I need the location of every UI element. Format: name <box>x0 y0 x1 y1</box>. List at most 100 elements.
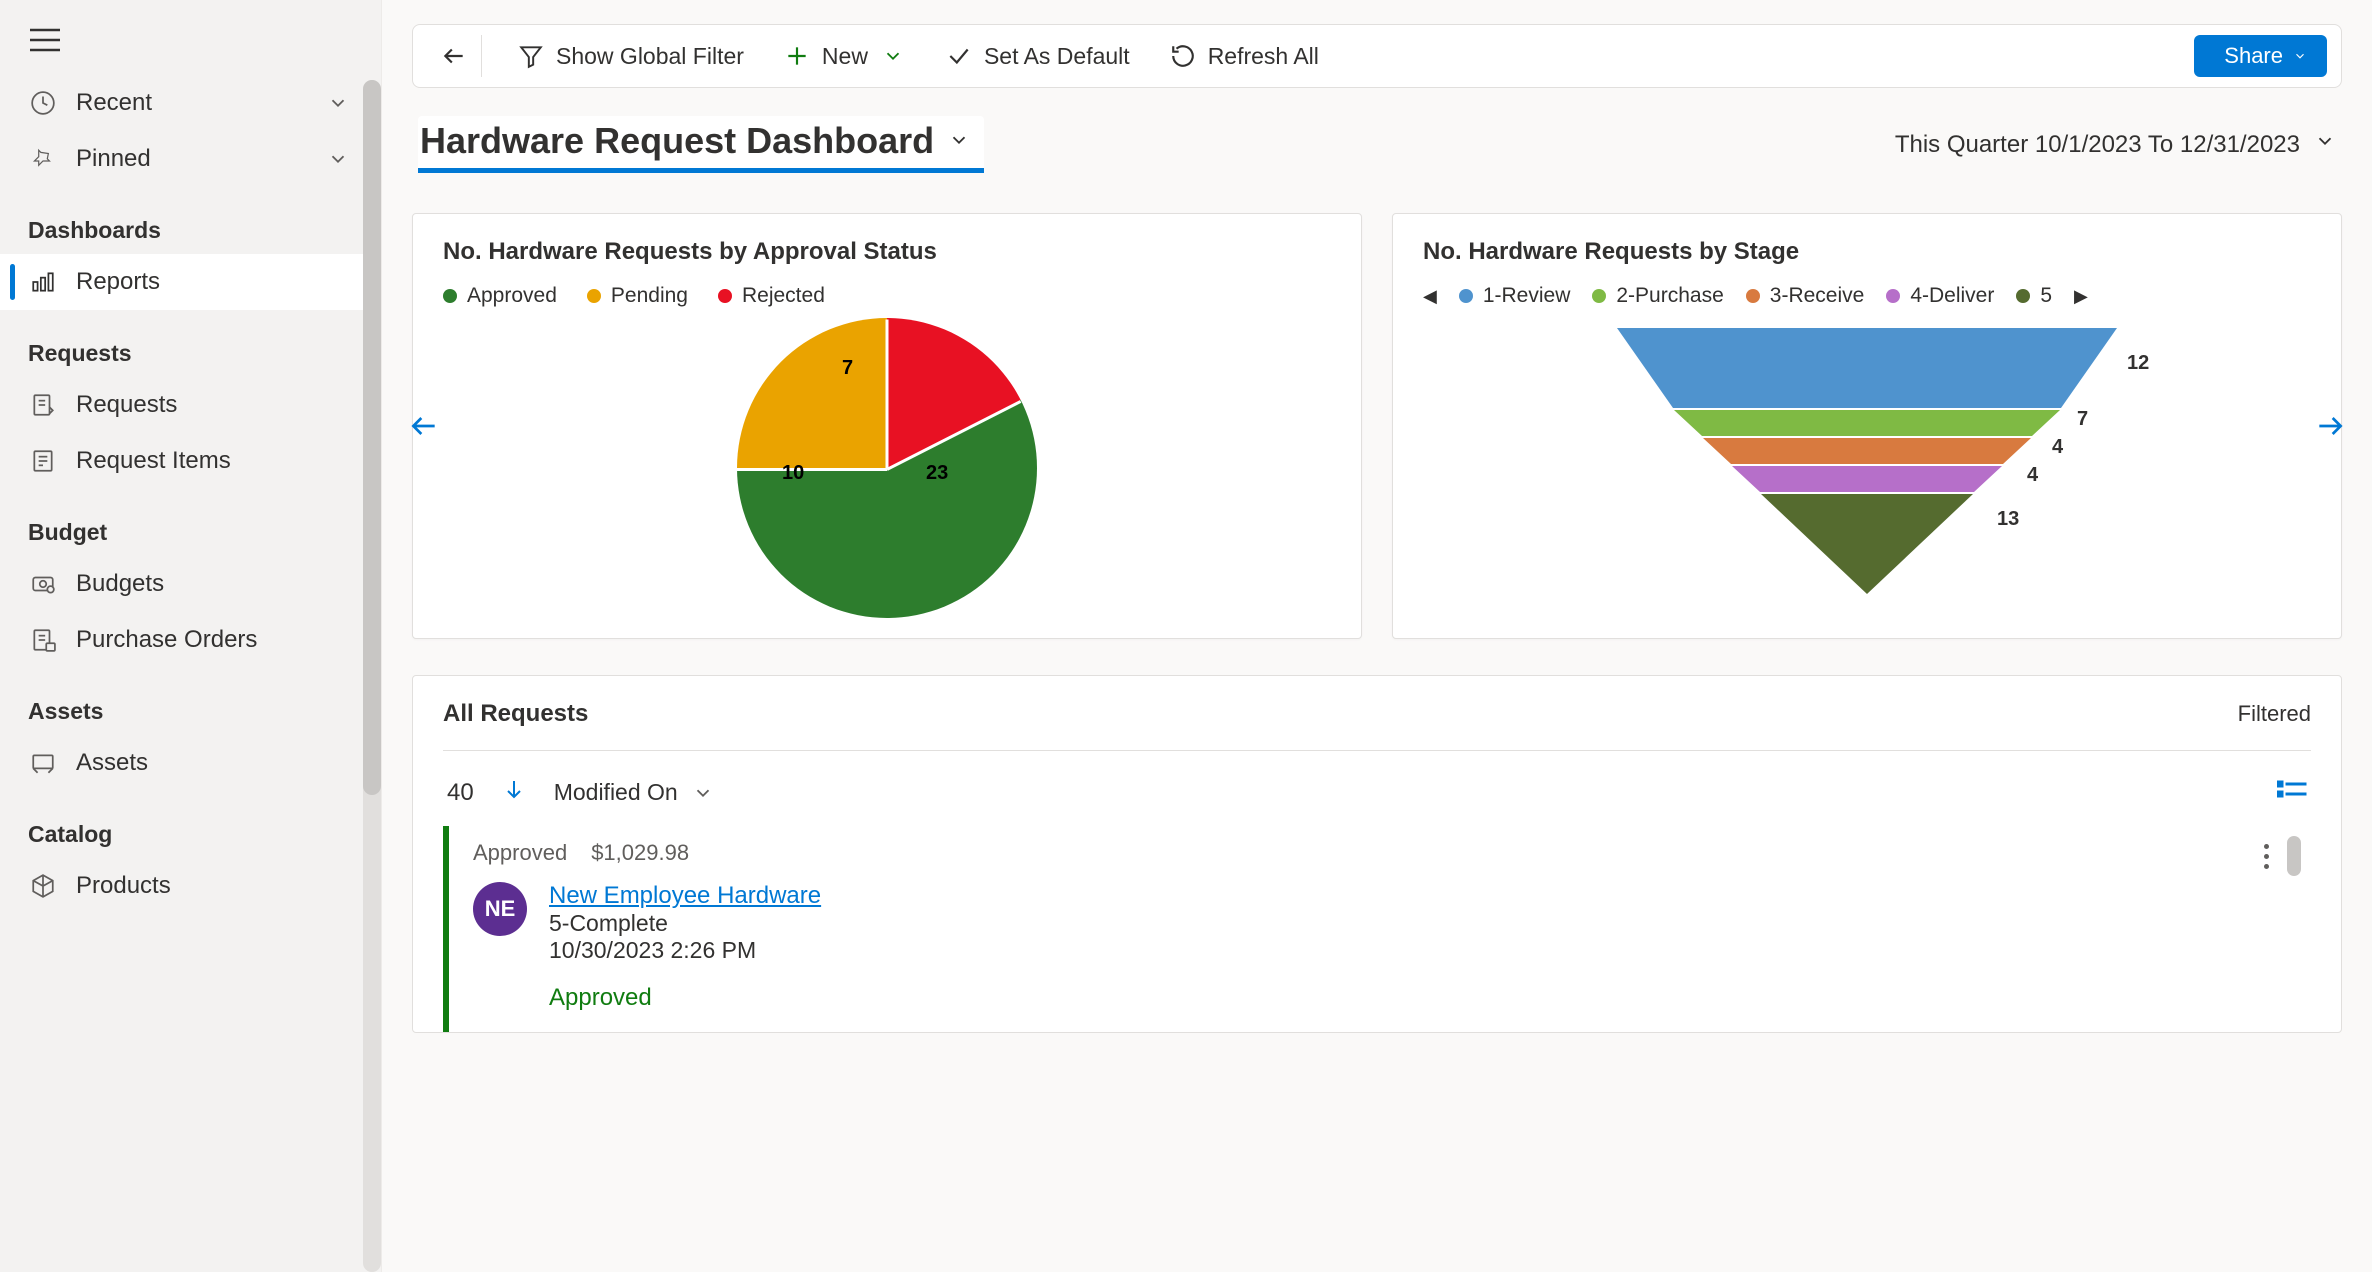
sidebar-item-label: Pinned <box>76 145 151 173</box>
asset-icon <box>30 750 56 776</box>
hamburger-button[interactable] <box>0 0 381 75</box>
chevron-down-icon <box>2293 43 2307 69</box>
section-assets: Assets <box>0 668 381 735</box>
legend-item[interactable]: Pending <box>587 284 688 308</box>
legend-dot-icon <box>1746 289 1760 303</box>
filtered-label: Filtered <box>2238 701 2311 727</box>
all-requests-panel: All Requests Filtered 40 Modified On App… <box>412 675 2342 1033</box>
pie-chart[interactable]: 23 10 7 <box>737 318 1037 618</box>
show-global-filter-button[interactable]: Show Global Filter <box>510 37 752 76</box>
view-toggle-button[interactable] <box>2277 779 2307 806</box>
chevron-down-icon <box>690 780 716 806</box>
chevron-down-icon <box>948 129 970 154</box>
legend-prev-button[interactable]: ◀ <box>1423 286 1437 307</box>
legend-item[interactable]: 1-Review <box>1459 284 1571 308</box>
arrow-left-icon <box>441 43 467 69</box>
chart-title: No. Hardware Requests by Approval Status <box>443 238 1331 266</box>
pie-value: 10 <box>782 462 804 485</box>
legend-item[interactable]: 2-Purchase <box>1592 284 1723 308</box>
sort-direction-button[interactable] <box>502 777 526 808</box>
section-budget: Budget <box>0 489 381 556</box>
sidebar-item-label: Requests <box>76 391 177 419</box>
chart-legend: Approved Pending Rejected <box>443 284 1331 308</box>
sidebar-item-label: Reports <box>76 268 160 296</box>
funnel-value: 4 <box>2027 464 2038 487</box>
legend-dot-icon <box>1459 289 1473 303</box>
chart-legend: ◀ 1-Review 2-Purchase 3-Receive 4-Delive… <box>1423 284 2311 308</box>
legend-item[interactable]: Rejected <box>718 284 825 308</box>
legend-dot-icon <box>2016 289 2030 303</box>
filter-icon <box>518 43 544 69</box>
legend-next-button[interactable]: ▶ <box>2074 286 2088 307</box>
clock-icon <box>30 90 56 116</box>
carousel-next-button[interactable] <box>2314 410 2346 442</box>
funnel-value: 7 <box>2077 408 2088 431</box>
date-range-label: This Quarter 10/1/2023 To 12/31/2023 <box>1895 131 2300 159</box>
carousel-prev-button[interactable] <box>408 410 440 442</box>
pie-value: 7 <box>842 357 853 380</box>
request-count: 40 <box>447 779 474 807</box>
sidebar-item-requests[interactable]: Requests <box>0 377 381 433</box>
page-title: Hardware Request Dashboard <box>420 120 934 162</box>
plus-icon <box>784 43 810 69</box>
request-list-item[interactable]: Approved $1,029.98 NE New Employee Hardw… <box>443 826 2311 1032</box>
purchase-order-icon <box>30 627 56 653</box>
new-button[interactable]: New <box>776 37 914 76</box>
sidebar-item-purchase-orders[interactable]: Purchase Orders <box>0 612 381 668</box>
sidebar-item-label: Purchase Orders <box>76 626 257 654</box>
request-items-icon <box>30 448 56 474</box>
sidebar-item-products[interactable]: Products <box>0 858 381 914</box>
product-icon <box>30 873 56 899</box>
sidebar-item-recent[interactable]: Recent <box>0 75 381 131</box>
sidebar-item-pinned[interactable]: Pinned <box>0 131 381 187</box>
more-actions-button[interactable] <box>2264 844 2269 869</box>
main-content: Show Global Filter New Set As Default Re… <box>382 0 2372 1272</box>
sidebar-item-request-items[interactable]: Request Items <box>0 433 381 489</box>
budget-icon <box>30 571 56 597</box>
funnel-value: 13 <box>1997 508 2019 531</box>
legend-item[interactable]: 3-Receive <box>1746 284 1865 308</box>
funnel-chart[interactable]: 12 7 4 4 13 <box>1423 318 2311 608</box>
toolbar-label: New <box>822 43 868 70</box>
chevron-down-icon <box>880 43 906 69</box>
pin-icon <box>30 146 56 172</box>
list-scrollbar[interactable] <box>2287 836 2301 876</box>
request-status: Approved <box>473 840 567 866</box>
sidebar-item-reports[interactable]: Reports <box>0 254 381 310</box>
set-default-button[interactable]: Set As Default <box>938 37 1138 76</box>
hamburger-icon <box>30 39 60 55</box>
date-range-selector[interactable]: This Quarter 10/1/2023 To 12/31/2023 <box>1895 130 2336 159</box>
back-button[interactable] <box>427 35 482 77</box>
check-icon <box>946 43 972 69</box>
legend-item[interactable]: Approved <box>443 284 557 308</box>
section-requests: Requests <box>0 310 381 377</box>
legend-item[interactable]: 4-Deliver <box>1886 284 1994 308</box>
chart-stage-funnel: No. Hardware Requests by Stage ◀ 1-Revie… <box>1392 213 2342 639</box>
legend-dot-icon <box>443 289 457 303</box>
chevron-down-icon <box>2314 130 2336 159</box>
request-title-link[interactable]: New Employee Hardware <box>549 882 821 909</box>
sidebar-scrollbar[interactable] <box>363 80 381 1272</box>
toolbar-label: Share <box>2224 43 2283 69</box>
sidebar-item-assets[interactable]: Assets <box>0 735 381 791</box>
request-approval: Approved <box>549 984 2291 1012</box>
share-button[interactable]: Share <box>2194 35 2327 77</box>
sidebar: Recent Pinned Dashboards Reports Request… <box>0 0 382 1272</box>
legend-dot-icon <box>587 289 601 303</box>
dashboard-selector[interactable]: Hardware Request Dashboard <box>418 116 984 173</box>
sort-field-label: Modified On <box>554 779 678 806</box>
chart-title: No. Hardware Requests by Stage <box>1423 238 2311 266</box>
pie-value: 23 <box>926 462 948 485</box>
request-stage: 5-Complete <box>549 910 821 937</box>
refresh-all-button[interactable]: Refresh All <box>1162 37 1327 76</box>
sidebar-item-label: Request Items <box>76 447 231 475</box>
refresh-icon <box>1170 43 1196 69</box>
avatar: NE <box>473 882 527 936</box>
legend-dot-icon <box>1886 289 1900 303</box>
legend-item[interactable]: 5 <box>2016 284 2052 308</box>
funnel-value: 12 <box>2127 352 2149 375</box>
sidebar-item-budgets[interactable]: Budgets <box>0 556 381 612</box>
sort-field-selector[interactable]: Modified On <box>554 779 716 806</box>
section-catalog: Catalog <box>0 791 381 858</box>
chart-approval-status: No. Hardware Requests by Approval Status… <box>412 213 1362 639</box>
